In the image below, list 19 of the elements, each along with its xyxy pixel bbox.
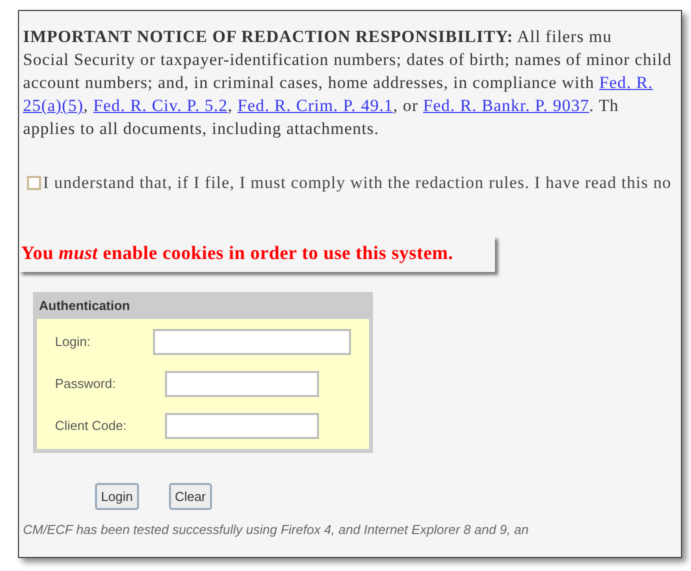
- rule-link[interactable]: 25(a)(5): [23, 96, 84, 115]
- browser-note: CM/ECF has been tested successfully using Firefox 4, and Internet Explorer 8 and 9, an: [23, 521, 530, 539]
- rule-link[interactable]: Fed. R. Civ. P. 5.2: [93, 96, 228, 115]
- agreement-label: I understand that, if I file, I must comply with the redaction rules. I have read this no: [43, 172, 672, 194]
- rule-link[interactable]: Fed. R. Bankr. P. 9037: [423, 96, 590, 115]
- input-field[interactable]: [165, 370, 319, 396]
- field-label: Client Code:: [55, 416, 128, 435]
- form-button[interactable]: Login: [95, 482, 139, 510]
- notice-text: IMPORTANT NOTICE OF REDACTION RESPONSIBILITY: All filers mu Social Security or taxpayer-identification numbers; dates of birth; names of minor child account numbers; and, in criminal cases, home addresses, in compliance with Fed. R. 25(a)(5), Fed. R. Civ. P. 5.2, Fed. R. Crim. P. 49.1, or Fed. R. Bankr. P. 9037. Th applies to all documents, including attachments.: [23, 26, 673, 140]
- agreement-checkbox[interactable]: [27, 176, 41, 190]
- input-field[interactable]: [165, 412, 319, 438]
- input-field[interactable]: [153, 328, 351, 354]
- form-button[interactable]: Clear: [168, 482, 212, 510]
- field-label: Login:: [55, 332, 92, 351]
- cookie-warning: You must enable cookies in order to use this system.: [19, 236, 495, 272]
- rule-link[interactable]: Fed. R.: [599, 73, 654, 92]
- field-label: Password:: [55, 374, 117, 393]
- rule-link[interactable]: Fed. R. Crim. P. 49.1: [237, 96, 394, 115]
- authentication-title: Authentication: [37, 296, 369, 318]
